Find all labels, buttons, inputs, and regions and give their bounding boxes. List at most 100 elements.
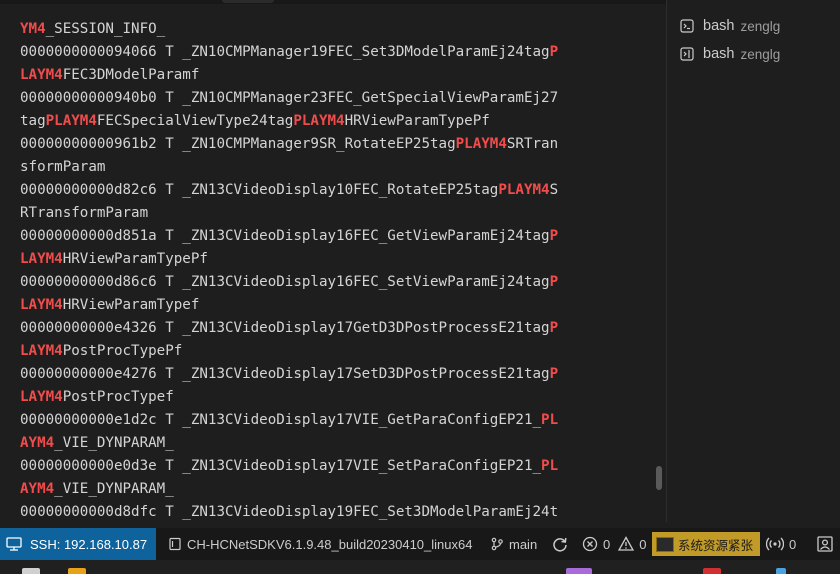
terminal-text: SRTran [506,136,559,152]
folder-status[interactable]: CH-HCNetSDKV6.1.9.48_build20230410_linux… [168,528,472,560]
highlighted-match: YM4 [20,21,46,37]
terminal-text: 00000000000961b2 T _ZN10CMPManager9SR_Ro… [20,136,456,152]
folder-icon [169,537,181,551]
highlighted-match: P [549,228,559,244]
remote-label: SSH: 192.168.10.87 [30,536,148,552]
terminal-text: 00000000000e0d3e T _ZN13CVideoDisplay17V… [20,458,542,474]
terminal-item-bash-2[interactable]: bash zenglg [667,41,840,67]
terminal-line: YM4_SESSION_INFO_ [20,18,558,41]
terminal-text: HRViewParamTypePf [344,113,490,129]
remote-icon [6,537,22,551]
highlighted-match: PLAYM4 [455,136,507,152]
resource-warning-chip[interactable]: 系统资源紧张 [652,532,760,556]
terminal-text: 00000000000e4326 T _ZN13CVideoDisplay17G… [20,320,550,336]
terminal-icon [680,19,694,33]
terminal-text: HRViewParamTypePf [62,251,208,267]
taskbar-app-icon[interactable] [566,568,592,574]
terminal-item-name: bash [703,46,735,62]
terminal-line: 00000000000d82c6 T _ZN13CVideoDisplay10F… [20,179,558,202]
terminal-item-cwd: zenglg [740,46,781,62]
highlighted-match: LAYM4 [20,343,63,359]
terminal-text: FECSpecialViewType24tag [96,113,294,129]
resource-monitor-icon [656,536,674,552]
terminal-text: 00000000000d8dfc T _ZN13CVideoDisplay19F… [20,504,559,520]
git-branch-icon [491,537,503,551]
terminal-line: 00000000000e4276 T _ZN13CVideoDisplay17S… [20,363,558,386]
terminal-line: RTransformParam [20,202,558,225]
terminal-lines: YM4_SESSION_INFO_ 0000000000094066 T _ZN1… [20,18,558,522]
terminal-line: 00000000000e4326 T _ZN13CVideoDisplay17G… [20,317,558,340]
terminal-output[interactable]: YM4_SESSION_INFO_ 0000000000094066 T _ZN1… [0,14,666,522]
taskbar-app-icon[interactable] [776,568,786,574]
terminal-text: _VIE_DYNPARAM_ [54,481,174,497]
terminal-line: 00000000000961b2 T _ZN10CMPManager9SR_Ro… [20,133,558,156]
terminal-text: 00000000000e4276 T _ZN13CVideoDisplay17S… [20,366,550,382]
terminal-line: LAYM4HRViewParamTypef [20,294,558,317]
highlighted-match: PLAYM4 [498,182,550,198]
terminal-line: 00000000000940b0 T _ZN10CMPManager23FEC_… [20,87,558,110]
terminal-line: sformParam [20,156,558,179]
taskbar-app-icon[interactable] [68,568,86,574]
highlighted-match: P [549,366,559,382]
highlighted-match: LAYM4 [20,251,63,267]
ports-status[interactable]: 0 [766,528,796,560]
terminal-line: 00000000000e1d2c T _ZN13CVideoDisplay17V… [20,409,558,432]
terminal-line: 00000000000d86c6 T _ZN13CVideoDisplay16F… [20,271,558,294]
resource-warning-label: 系统资源紧张 [678,538,754,553]
highlighted-match: P [549,320,559,336]
terminal-line: 00000000000d851a T _ZN13CVideoDisplay16F… [20,225,558,248]
terminal-text: PostProcTypePf [62,343,183,359]
highlighted-match: LAYM4 [20,297,63,313]
highlighted-match: AYM4 [20,481,55,497]
terminal-text: FEC3DModelParamf [62,67,200,83]
terminal-line: LAYM4PostProcTypef [20,386,558,409]
terminal-scrollbar[interactable] [656,466,662,490]
terminal-line: LAYM4FEC3DModelParamf [20,64,558,87]
warning-icon [618,536,635,551]
terminal-text: 00000000000d86c6 T _ZN13CVideoDisplay16F… [20,274,550,290]
highlighted-match: AYM4 [20,435,55,451]
highlighted-match: PLAYM4 [45,113,97,129]
highlighted-match: PL [541,412,559,428]
terminal-text: S [549,182,559,198]
taskbar-app-icon[interactable] [703,568,721,574]
terminal-line: AYM4_VIE_DYNPARAM_ [20,432,558,455]
highlighted-match: PLAYM4 [293,113,345,129]
terminal-line: LAYM4HRViewParamTypePf [20,248,558,271]
folder-label: CH-HCNetSDKV6.1.9.48_build20230410_linux… [187,536,473,552]
terminal-item-name: bash [703,18,735,34]
branch-status[interactable]: main [490,528,537,560]
terminal-line: AYM4_VIE_DYNPARAM_ [20,478,558,501]
accounts-icon [817,536,833,552]
sync-button[interactable] [551,528,574,560]
error-icon [582,536,598,552]
sync-icon [553,537,567,552]
accounts-button[interactable] [816,528,839,560]
os-taskbar [0,560,840,574]
highlighted-match: PL [541,458,559,474]
terminal-text: tag [20,113,46,129]
problems-status[interactable]: 0 0 [582,528,646,560]
status-bar: SSH: 192.168.10.87 CH-HCNetSDKV6.1.9.48_… [0,528,840,560]
terminal-text: sformParam [20,159,106,175]
terminal-text: _SESSION_INFO_ [45,21,166,37]
remote-indicator[interactable]: SSH: 192.168.10.87 [0,528,156,560]
ports-count: 0 [789,536,797,552]
editor-tab-stub[interactable] [222,0,274,3]
terminal-text: 00000000000d82c6 T _ZN13CVideoDisplay10F… [20,182,499,198]
terminal-text: PostProcTypef [62,389,174,405]
terminal-line: LAYM4PostProcTypePf [20,340,558,363]
highlighted-match: P [549,44,559,60]
terminal-text: _VIE_DYNPARAM_ [54,435,174,451]
broadcast-icon [766,537,784,551]
highlighted-match: LAYM4 [20,67,63,83]
terminal-text: 00000000000d851a T _ZN13CVideoDisplay16F… [20,228,550,244]
terminal-item-bash-1[interactable]: bash zenglg [667,13,840,39]
highlighted-match: LAYM4 [20,389,63,405]
branch-label: main [509,536,538,552]
taskbar-app-icon[interactable] [22,568,40,574]
terminal-text: HRViewParamTypef [62,297,200,313]
terminal-text: 00000000000e1d2c T _ZN13CVideoDisplay17V… [20,412,542,428]
terminal-text: 0000000000094066 T _ZN10CMPManager19FEC_… [20,44,550,60]
terminal-split-icon [680,47,694,61]
